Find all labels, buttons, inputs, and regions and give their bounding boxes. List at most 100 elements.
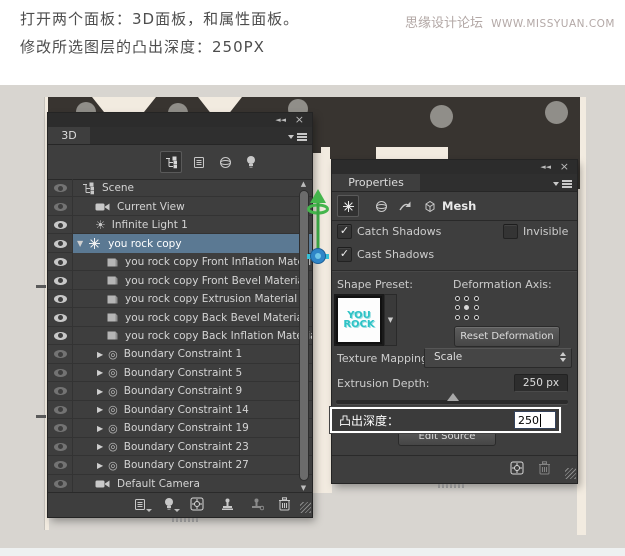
- row-scene[interactable]: Scene: [48, 179, 312, 197]
- eye-icon: [54, 258, 67, 266]
- row-boundary-constraint[interactable]: ▶◎Boundary Constraint 14: [48, 401, 312, 419]
- gizmo-box-icon: [190, 497, 204, 511]
- panel-resize-grip[interactable]: [300, 502, 311, 513]
- visibility-toggle[interactable]: [48, 290, 73, 308]
- visibility-toggle[interactable]: [48, 382, 73, 400]
- row-material[interactable]: you rock copy Front Bevel Material: [48, 271, 312, 289]
- 3d-panel: ◄◄ × 3D: [48, 113, 312, 517]
- panel-resize-grip[interactable]: [565, 468, 576, 479]
- delete-button[interactable]: [536, 460, 552, 476]
- visibility-toggle[interactable]: [48, 216, 73, 234]
- expand-icon[interactable]: ▶: [97, 350, 103, 359]
- row-boundary-constraint[interactable]: ▶◎Boundary Constraint 23: [48, 438, 312, 456]
- scroll-up-button[interactable]: ▲: [297, 180, 310, 188]
- gizmo-toggle-button[interactable]: [189, 496, 205, 512]
- filter-lights-button[interactable]: [240, 151, 262, 173]
- row-default-camera[interactable]: Default Camera: [48, 475, 312, 493]
- collapse-panel-button[interactable]: ◄◄: [275, 113, 286, 127]
- texture-mapping-select[interactable]: Scale: [424, 348, 572, 368]
- layer-label: you rock copy Extrusion Material: [125, 293, 297, 305]
- visibility-toggle[interactable]: [48, 364, 73, 382]
- tab-properties[interactable]: Properties: [332, 174, 420, 191]
- visibility-toggle[interactable]: [48, 419, 73, 437]
- filter-materials-button[interactable]: [214, 151, 236, 173]
- row-boundary-constraint[interactable]: ▶◎Boundary Constraint 5: [48, 364, 312, 382]
- row-boundary-constraint[interactable]: ▶◎Boundary Constraint 1: [48, 345, 312, 363]
- annotation-value-input[interactable]: 250: [514, 411, 556, 429]
- shape-preset-thumbnail[interactable]: YOU ROCK: [334, 294, 384, 346]
- visibility-toggle[interactable]: [48, 234, 73, 252]
- expand-collapse-icon[interactable]: ▼: [77, 239, 83, 248]
- expand-icon[interactable]: ▶: [97, 424, 103, 433]
- layer-label: Boundary Constraint 5: [124, 367, 242, 379]
- deformation-axis-control[interactable]: [455, 296, 481, 322]
- scroll-down-button[interactable]: ▼: [297, 484, 310, 492]
- visibility-toggle[interactable]: [48, 271, 73, 289]
- tutorial-page: 打开两个面板：3D面板，和属性面板。 修改所选图层的凸出深度：250PX 思缘设…: [0, 0, 625, 556]
- invisible-checkbox[interactable]: [503, 224, 518, 239]
- visibility-toggle[interactable]: [48, 308, 73, 326]
- expand-icon[interactable]: ▶: [97, 405, 103, 414]
- layer-label: you rock copy Front Bevel Material: [125, 275, 307, 287]
- visibility-toggle[interactable]: [48, 438, 73, 456]
- close-panel-button[interactable]: ×: [295, 113, 304, 127]
- stamp-secondary-button[interactable]: [249, 496, 265, 512]
- reset-deformation-button[interactable]: Reset Deformation: [454, 326, 560, 347]
- cast-shadows-checkbox[interactable]: ✓: [337, 247, 352, 262]
- row-infinite-light[interactable]: ☀Infinite Light 1: [48, 216, 312, 234]
- expand-icon[interactable]: ▶: [97, 461, 103, 470]
- cap-section-button[interactable]: [394, 195, 416, 217]
- expand-icon[interactable]: ▶: [97, 387, 103, 396]
- 3d-panel-menu-button[interactable]: [288, 132, 308, 141]
- row-you-rock-copy-selected[interactable]: ▼you rock copy: [48, 234, 312, 252]
- layer-label: Boundary Constraint 9: [124, 385, 242, 397]
- 3d-axis-gizmo[interactable]: [303, 188, 333, 280]
- slider-thumb[interactable]: [447, 393, 459, 401]
- row-boundary-constraint[interactable]: ▶◎Boundary Constraint 27: [48, 456, 312, 474]
- material-icon: [107, 330, 118, 341]
- extrusion-depth-slider[interactable]: [336, 400, 568, 404]
- annotation-value: 250: [518, 414, 539, 427]
- new-material-button[interactable]: [132, 496, 148, 512]
- row-current-view[interactable]: Current View: [48, 197, 312, 215]
- shape-preset-dropdown-button[interactable]: ▼: [384, 294, 397, 346]
- gizmo-toggle-button[interactable]: [509, 460, 525, 476]
- visibility-toggle[interactable]: [48, 179, 73, 197]
- visibility-toggle[interactable]: [48, 197, 73, 215]
- collapse-panel-button[interactable]: ◄◄: [540, 160, 551, 174]
- new-light-button[interactable]: [161, 496, 177, 512]
- visibility-toggle[interactable]: [48, 475, 73, 493]
- deform-section-button[interactable]: [370, 195, 392, 217]
- visibility-toggle[interactable]: [48, 401, 73, 419]
- mesh-section-button[interactable]: [337, 195, 359, 217]
- properties-panel-menu-button[interactable]: [553, 179, 573, 188]
- row-material[interactable]: you rock copy Back Inflation Material: [48, 327, 312, 345]
- delete-button[interactable]: [276, 496, 292, 512]
- filter-meshes-button[interactable]: [188, 151, 210, 173]
- trash-icon: [538, 461, 551, 475]
- row-material[interactable]: you rock copy Back Bevel Material: [48, 308, 312, 326]
- expand-icon[interactable]: ▶: [97, 442, 103, 451]
- filter-whole-scene-button[interactable]: [160, 151, 182, 173]
- row-material[interactable]: you rock copy Extrusion Material: [48, 290, 312, 308]
- eye-icon: [54, 240, 67, 248]
- close-panel-button[interactable]: ×: [560, 160, 569, 174]
- visibility-toggle[interactable]: [48, 456, 73, 474]
- row-boundary-constraint[interactable]: ▶◎Boundary Constraint 9: [48, 382, 312, 400]
- catch-shadows-checkbox[interactable]: ✓: [337, 224, 352, 239]
- panel-drag-dots[interactable]: [438, 484, 464, 488]
- coordinates-section-button[interactable]: [418, 195, 440, 217]
- expand-icon[interactable]: ▶: [97, 368, 103, 377]
- visibility-toggle[interactable]: [48, 253, 73, 271]
- invisible-label: Invisible: [523, 225, 568, 238]
- extrusion-depth-value[interactable]: 250 px: [514, 374, 568, 392]
- row-boundary-constraint[interactable]: ▶◎Boundary Constraint 19: [48, 419, 312, 437]
- stamp-tool-button[interactable]: [219, 496, 235, 512]
- visibility-toggle[interactable]: [48, 345, 73, 363]
- constraint-icon: ◎: [108, 348, 118, 361]
- texture-mapping-value: Scale: [434, 351, 462, 363]
- visibility-toggle[interactable]: [48, 327, 73, 345]
- tab-3d[interactable]: 3D: [48, 127, 90, 144]
- row-material[interactable]: you rock copy Front Inflation Material: [48, 253, 312, 271]
- panel-drag-dots[interactable]: [172, 518, 200, 522]
